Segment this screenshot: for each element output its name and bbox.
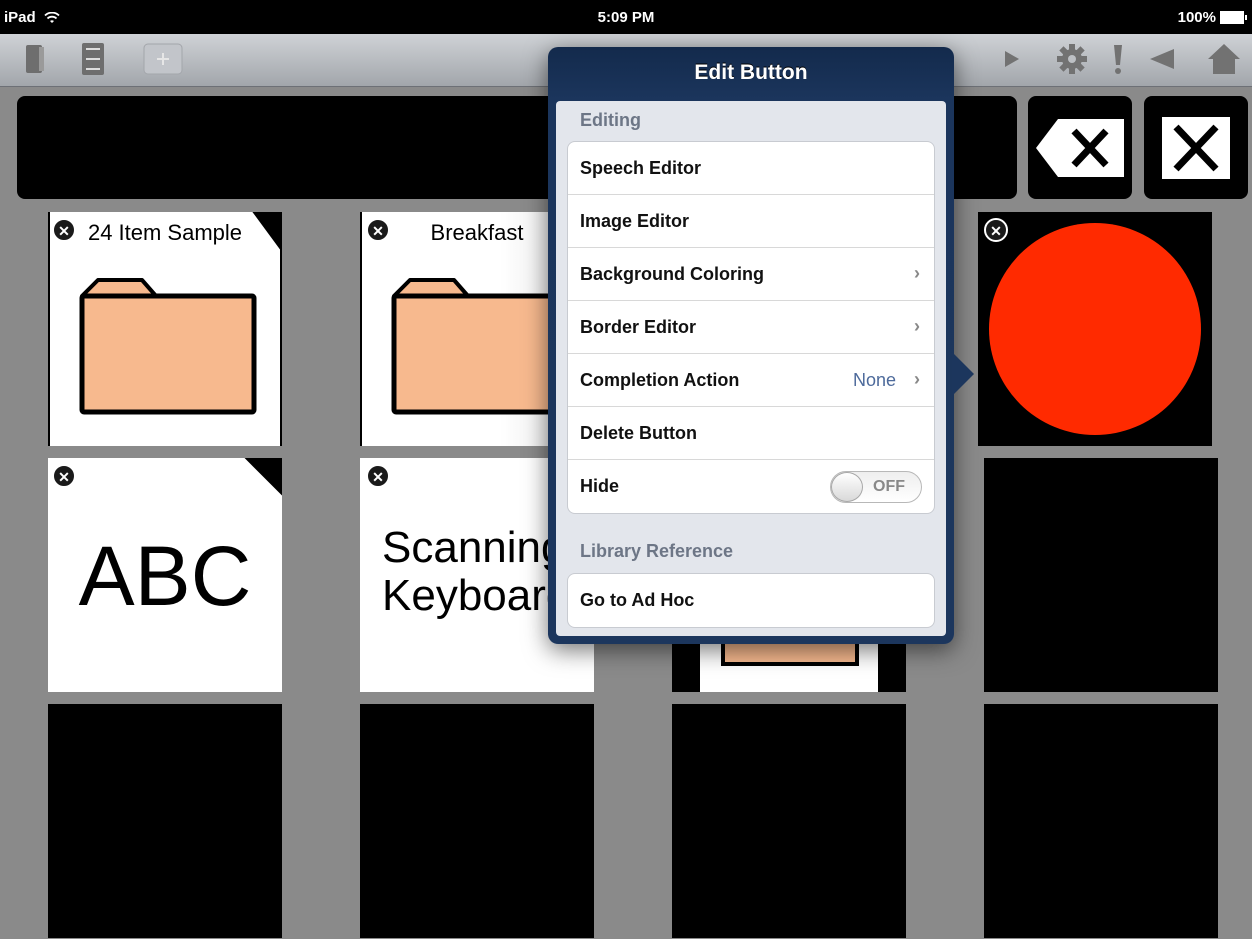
tile-label: ABC (78, 529, 252, 623)
tile-empty[interactable] (48, 704, 282, 938)
row-label: Background Coloring (580, 263, 764, 284)
row-label: Completion Action (580, 369, 740, 390)
delete-badge-icon[interactable]: ✕ (52, 464, 76, 488)
tile-empty[interactable] (672, 704, 906, 938)
speech-editor-row[interactable]: Speech Editor (568, 142, 934, 195)
delete-button-row[interactable]: Delete Button (568, 407, 934, 460)
tile-empty[interactable] (360, 704, 594, 938)
delete-badge-icon[interactable]: ✕ (52, 218, 76, 242)
status-right: 100% (1177, 9, 1247, 26)
row-label: Hide (580, 476, 620, 496)
edit-button-popover: Edit Button Editing Speech Editor Image … (548, 47, 974, 644)
clear-button[interactable] (1144, 96, 1248, 199)
hide-row: Hide OFF (568, 460, 934, 513)
battery-percent: 100% (1177, 9, 1216, 26)
folder-icon (391, 278, 569, 415)
border-editor-row[interactable]: Border Editor › (568, 301, 934, 354)
home-icon[interactable] (1206, 42, 1242, 76)
play-icon[interactable] (1000, 42, 1024, 76)
row-label: Image Editor (580, 210, 690, 231)
completion-action-value: None (852, 370, 896, 390)
library-group: Go to Ad Hoc (567, 573, 935, 628)
popover-arrow (952, 352, 974, 396)
row-label: Speech Editor (580, 157, 702, 178)
book-icon[interactable] (22, 42, 48, 76)
popover-title: Edit Button (694, 61, 808, 84)
section-header-editing: Editing (580, 110, 641, 130)
backspace-button[interactable] (1028, 96, 1132, 199)
red-circle-icon (989, 223, 1201, 435)
alert-icon[interactable] (1108, 42, 1128, 76)
delete-badge-icon[interactable]: ✕ (366, 464, 390, 488)
tile-red-dot[interactable]: ✕ (978, 212, 1212, 446)
completion-action-row[interactable]: Completion Action None › (568, 354, 934, 407)
delete-badge-icon[interactable]: ✕ (984, 218, 1008, 242)
file-cabinet-icon[interactable] (78, 42, 108, 76)
battery-icon (1220, 11, 1247, 24)
hide-toggle[interactable]: OFF (830, 471, 922, 503)
tile-label: 24 Item Sample (87, 220, 243, 245)
toggle-knob (831, 472, 863, 502)
background-coloring-row[interactable]: Background Coloring › (568, 248, 934, 301)
tile-label-line1: Scanning (382, 523, 566, 572)
editing-group: Speech Editor Image Editor Background Co… (567, 141, 935, 514)
close-icon (1162, 116, 1230, 179)
tile-abc[interactable]: ABC ✕ (48, 458, 282, 692)
chevron-right-icon: › (914, 316, 920, 336)
chevron-right-icon: › (914, 369, 920, 389)
go-to-ad-hoc-row[interactable]: Go to Ad Hoc (568, 574, 934, 627)
tile-card: 24 Item Sample (50, 212, 280, 446)
tile-empty[interactable] (984, 704, 1218, 938)
toggle-state-label: OFF (873, 478, 905, 495)
row-label: Delete Button (580, 422, 697, 443)
gear-icon[interactable] (1054, 42, 1090, 76)
folder-icon (79, 278, 257, 415)
add-icon[interactable] (143, 42, 183, 76)
back-triangle-icon[interactable] (1146, 42, 1178, 76)
chevron-right-icon: › (914, 263, 920, 283)
section-header-library-reference: Library Reference (580, 541, 734, 561)
popover-body: Editing Speech Editor Image Editor Backg… (556, 101, 946, 636)
tile-label-line2: Keyboard (382, 571, 571, 620)
tile-label: Scanning Keyboard (382, 524, 570, 620)
delete-badge-icon[interactable]: ✕ (366, 218, 390, 242)
row-label: Border Editor (580, 316, 697, 337)
tile-card: ABC (48, 458, 282, 692)
row-label: Go to Ad Hoc (580, 590, 695, 610)
backspace-icon (1036, 118, 1124, 177)
tile-24-item-sample[interactable]: 24 Item Sample ✕ (48, 212, 282, 446)
clock: 5:09 PM (597, 9, 655, 26)
status-bar: iPad 5:09 PM 100% (0, 0, 1252, 34)
image-editor-row[interactable]: Image Editor (568, 195, 934, 248)
tile-empty[interactable] (984, 458, 1218, 692)
